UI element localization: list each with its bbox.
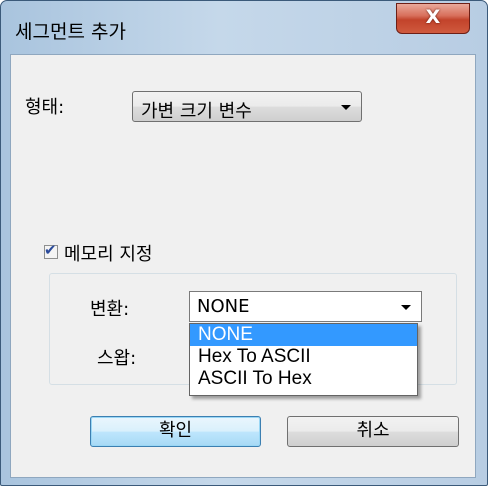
title-bar[interactable]: 세그먼트 추가 X	[1, 1, 487, 53]
memory-checkbox[interactable]: ✔	[44, 241, 58, 259]
type-select-value: 가변 크기 변수	[141, 101, 252, 122]
close-button[interactable]: X	[396, 3, 470, 34]
dialog-client-area: 형태: 가변 크기 변수 ✔ 메모리 지정 변환: NONE 스왑: NONE …	[10, 54, 476, 478]
swap-label: 스왑:	[97, 348, 137, 369]
dialog-window: 세그먼트 추가 X 형태: 가변 크기 변수 ✔ 메모리 지정 변환: NONE…	[0, 0, 488, 486]
close-icon: X	[425, 6, 441, 28]
cancel-button[interactable]: 취소	[287, 416, 459, 447]
checkmark-icon: ✔	[44, 241, 57, 259]
convert-select-value: NONE	[197, 296, 250, 317]
dropdown-option-none[interactable]: NONE	[190, 324, 417, 346]
ok-button[interactable]: 확인	[90, 416, 261, 447]
convert-select[interactable]: NONE	[189, 291, 422, 322]
window-title: 세그먼트 추가	[15, 21, 126, 43]
convert-label: 변환:	[90, 299, 130, 320]
convert-dropdown-list: NONE Hex To ASCII ASCII To Hex	[189, 323, 418, 396]
chevron-down-icon	[341, 105, 351, 110]
dropdown-option-hex-to-ascii[interactable]: Hex To ASCII	[190, 346, 417, 368]
type-select[interactable]: 가변 크기 변수	[132, 91, 362, 122]
chevron-down-icon	[401, 305, 411, 310]
memory-checkbox-label[interactable]: 메모리 지정	[64, 240, 153, 266]
type-label: 형태:	[25, 97, 65, 118]
dropdown-option-ascii-to-hex[interactable]: ASCII To Hex	[190, 368, 417, 390]
